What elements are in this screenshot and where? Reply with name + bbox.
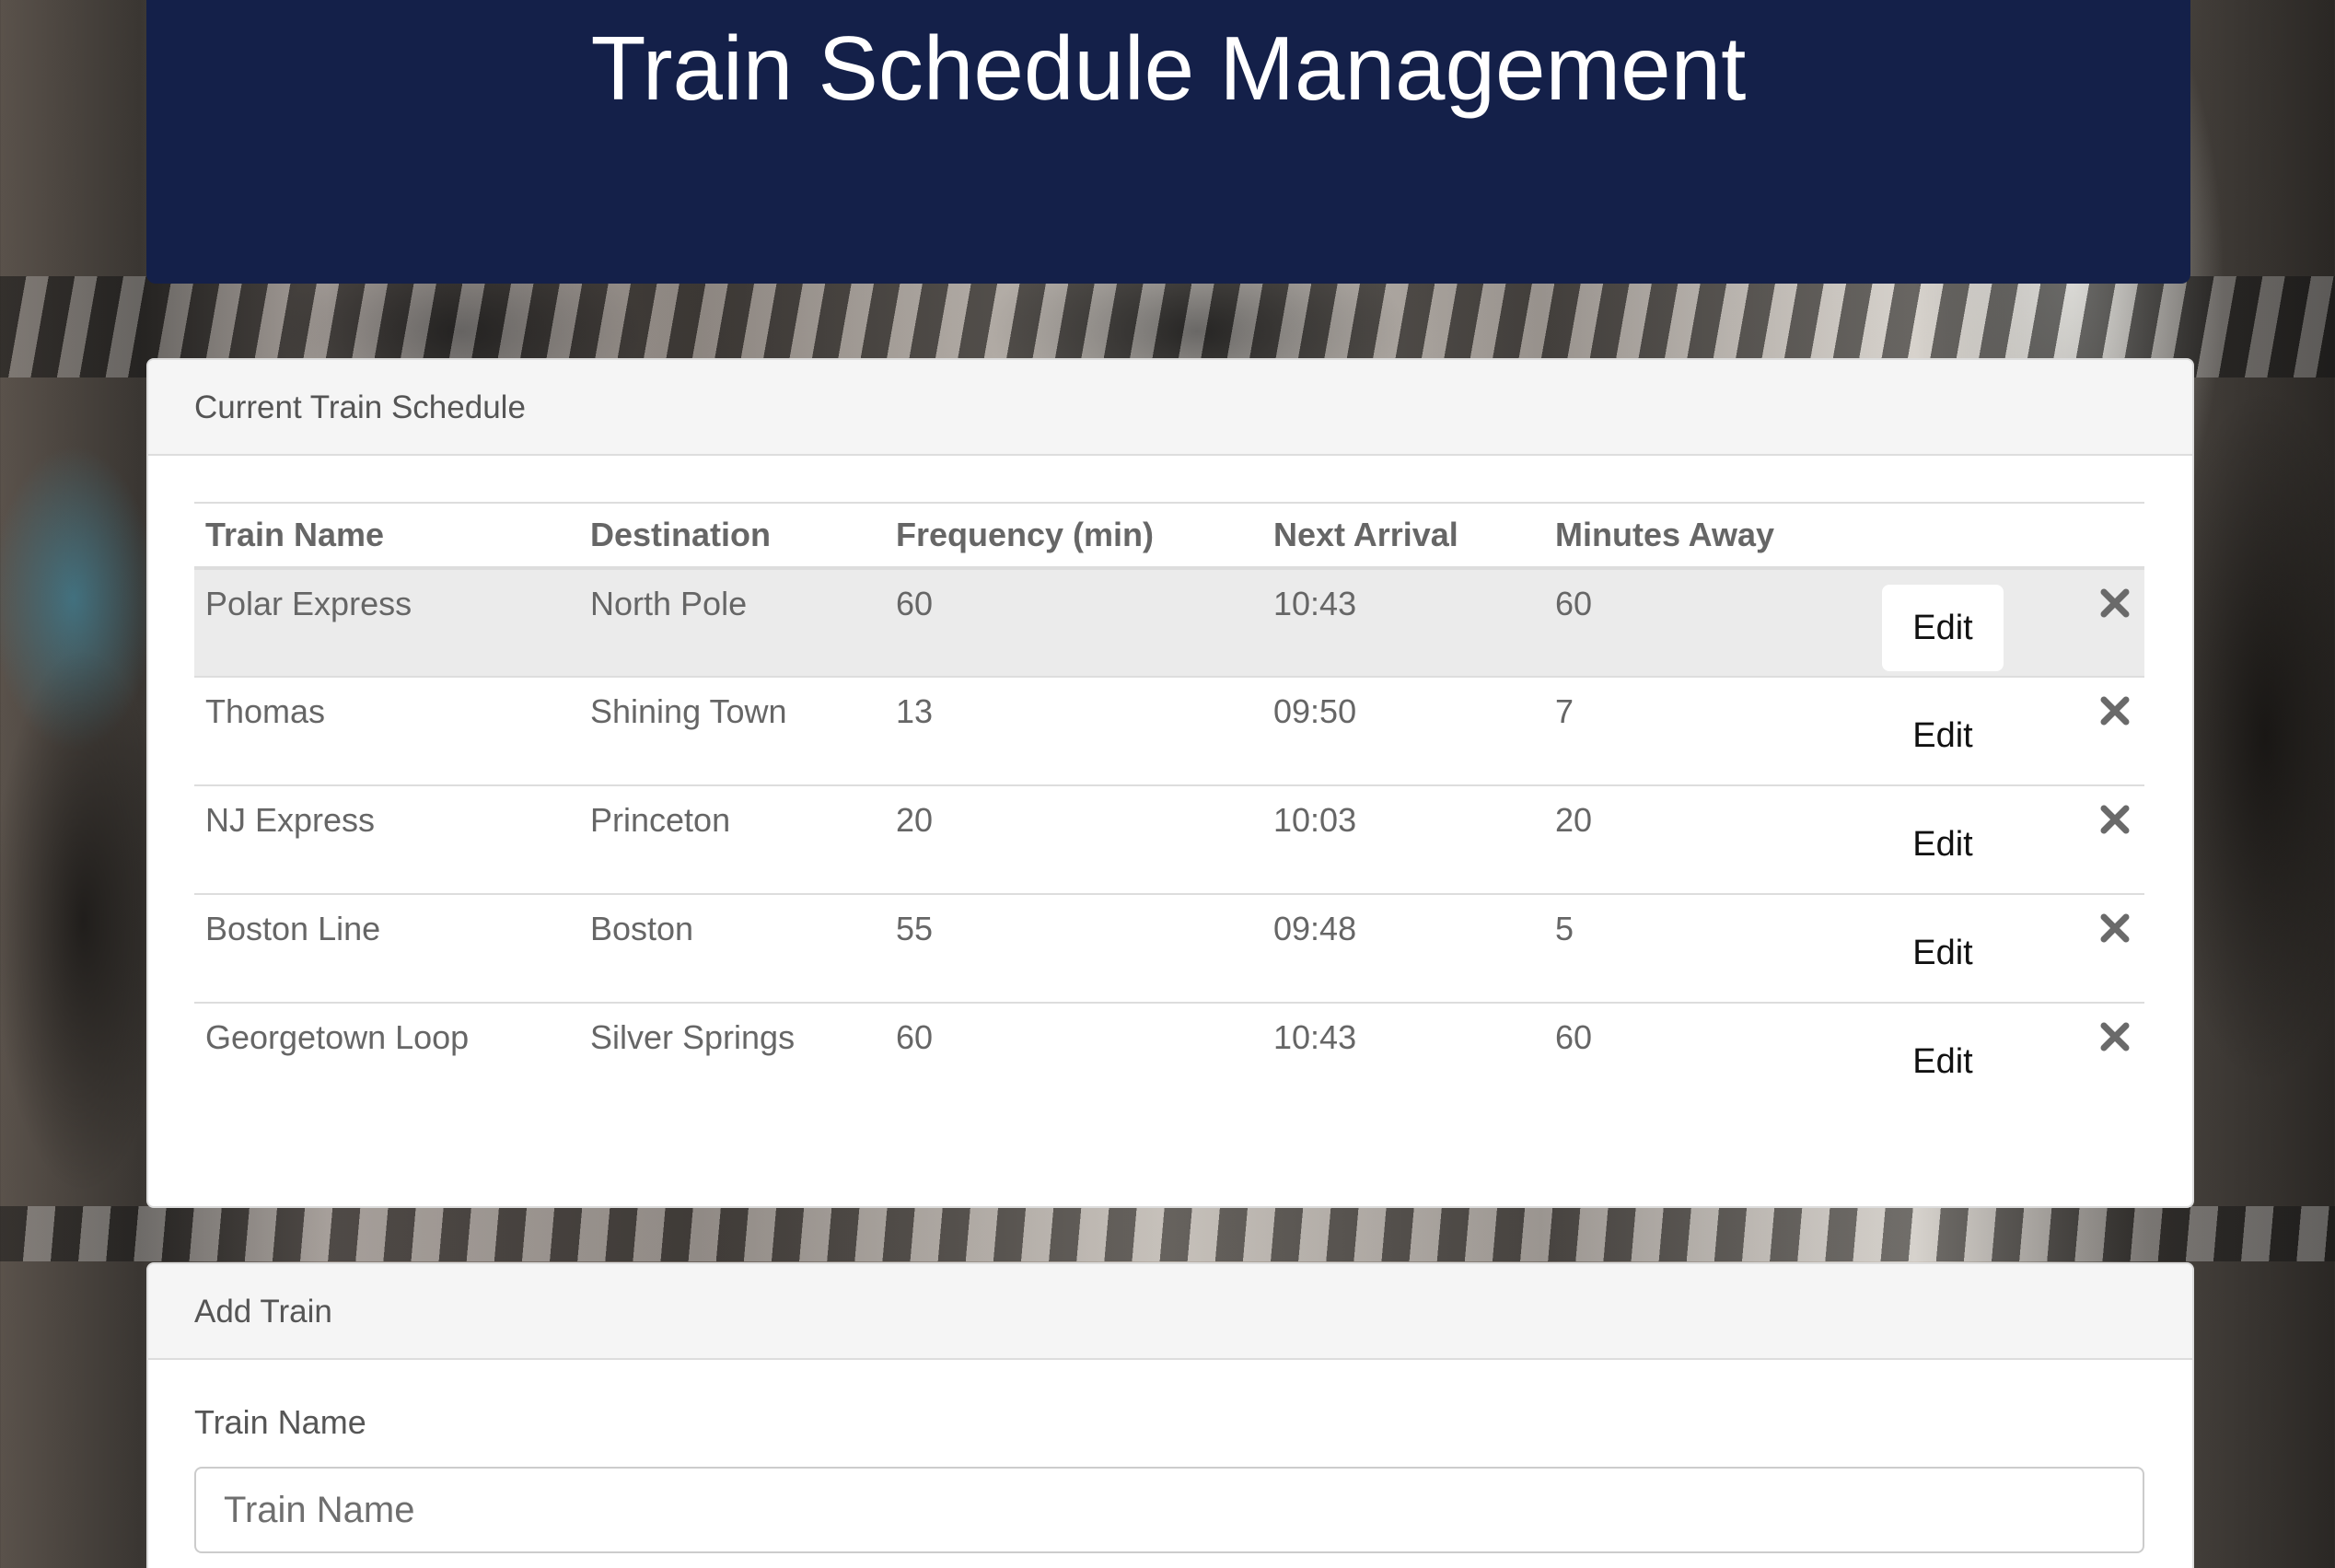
cell-frequency: 60 xyxy=(896,1018,934,1056)
cell-train-name: NJ Express xyxy=(194,785,579,895)
column-header-destination: Destination xyxy=(579,502,885,570)
close-icon[interactable] xyxy=(2097,1018,2133,1055)
edit-button[interactable]: Edit xyxy=(1882,585,2004,671)
table-row: NJ Express Princeton 20 10:03 20 Edit xyxy=(194,785,2144,895)
edit-button[interactable]: Edit xyxy=(1882,692,2004,779)
cell-train-name: Boston Line xyxy=(194,894,579,1004)
schedule-panel-body: Train Name Destination Frequency (min) N… xyxy=(148,456,2192,1111)
cell-remove xyxy=(2016,568,2144,678)
cell-destination: Princeton xyxy=(579,785,885,895)
cell-destination: North Pole xyxy=(579,568,885,678)
background-photo-detail xyxy=(0,1206,2335,1261)
cell-next-arrival: 10:43 xyxy=(1273,1018,1357,1056)
edit-button[interactable]: Edit xyxy=(1882,1018,2004,1105)
schedule-table: Train Name Destination Frequency (min) N… xyxy=(194,502,2144,1111)
cell-edit: Edit xyxy=(1870,568,2016,678)
cell-frequency: 55 xyxy=(885,894,1262,1004)
header-banner: Train Schedule Management xyxy=(146,0,2190,284)
close-icon[interactable] xyxy=(2097,585,2133,621)
column-header-next-arrival: Next Arrival xyxy=(1262,502,1544,570)
cell-train-name: Georgetown Loop xyxy=(205,1018,470,1056)
column-header-edit xyxy=(1870,502,2016,570)
table-row: Boston Line Boston 55 09:48 5 Edit xyxy=(194,894,2144,1004)
cell-next-arrival: 09:48 xyxy=(1262,894,1544,1004)
close-icon[interactable] xyxy=(2097,692,2133,729)
table-row: Thomas Shining Town 13 09:50 7 Edit xyxy=(194,677,2144,786)
train-name-label: Train Name xyxy=(194,1403,366,1441)
cell-minutes-away: 7 xyxy=(1544,677,1870,786)
cell-frequency: 20 xyxy=(885,785,1262,895)
cell-frequency: 13 xyxy=(885,677,1262,786)
cell-minutes-away: 60 xyxy=(1555,1018,1593,1056)
cell-destination: Boston xyxy=(579,894,885,1004)
cell-next-arrival: 10:43 xyxy=(1262,568,1544,678)
cell-edit: Edit xyxy=(1870,677,2016,786)
cell-destination: Shining Town xyxy=(579,677,885,786)
table-header-row: Train Name Destination Frequency (min) N… xyxy=(194,502,2144,570)
cell-minutes-away: 60 xyxy=(1544,568,1870,678)
cell-next-arrival: 09:50 xyxy=(1262,677,1544,786)
column-header-train-name: Train Name xyxy=(194,502,579,570)
page-title: Train Schedule Management xyxy=(590,17,1747,119)
schedule-panel: Current Train Schedule Train Name Destin… xyxy=(146,358,2194,1208)
cell-minutes-away: 20 xyxy=(1544,785,1870,895)
column-header-remove xyxy=(2016,502,2144,570)
cell-edit: Edit xyxy=(1870,785,2016,895)
cell-remove xyxy=(2016,785,2144,895)
edit-button[interactable]: Edit xyxy=(1882,801,2004,888)
cell-train-name: Polar Express xyxy=(194,568,579,678)
table-row: Georgetown Loop Silver Springs 60 10:43 … xyxy=(194,1003,2144,1111)
cell-destination: Silver Springs xyxy=(590,1018,796,1056)
train-name-input[interactable] xyxy=(194,1467,2144,1553)
cell-edit: Edit xyxy=(1870,1003,2016,1111)
schedule-panel-title: Current Train Schedule xyxy=(148,360,2192,456)
table-row: Polar Express North Pole 60 10:43 60 Edi… xyxy=(194,568,2144,678)
add-train-panel-body: Train Name xyxy=(148,1360,2192,1553)
close-icon[interactable] xyxy=(2097,801,2133,838)
cell-next-arrival: 10:03 xyxy=(1262,785,1544,895)
add-train-panel-title: Add Train xyxy=(148,1264,2192,1360)
column-header-minutes-away: Minutes Away xyxy=(1544,502,1870,570)
column-header-frequency: Frequency (min) xyxy=(885,502,1262,570)
add-train-panel: Add Train Train Name xyxy=(146,1262,2194,1568)
cell-frequency: 60 xyxy=(885,568,1262,678)
close-icon[interactable] xyxy=(2097,910,2133,947)
cell-edit: Edit xyxy=(1870,894,2016,1004)
cell-minutes-away: 5 xyxy=(1544,894,1870,1004)
cell-remove xyxy=(2016,677,2144,786)
edit-button[interactable]: Edit xyxy=(1882,910,2004,996)
cell-train-name: Thomas xyxy=(194,677,579,786)
cell-remove xyxy=(2016,894,2144,1004)
cell-remove xyxy=(2016,1003,2144,1111)
